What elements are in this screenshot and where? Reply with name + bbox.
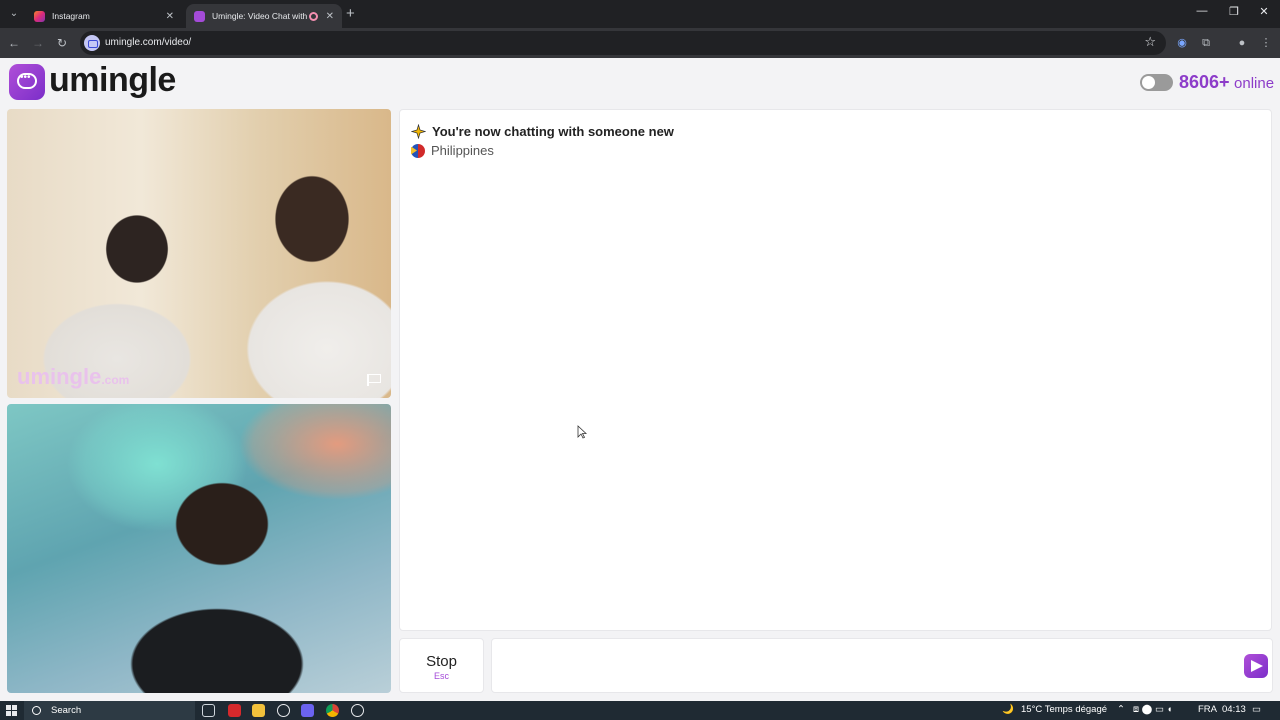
discord-icon[interactable] bbox=[301, 704, 314, 717]
extension-icon[interactable]: ◉ bbox=[1174, 35, 1190, 51]
taskbar-search-label: Search bbox=[51, 705, 82, 716]
send-icon[interactable] bbox=[1244, 654, 1268, 678]
taskbar-search[interactable]: Search bbox=[24, 701, 195, 720]
windows-start-icon[interactable] bbox=[6, 705, 17, 716]
bookmark-star-icon[interactable]: ☆ bbox=[1144, 34, 1156, 50]
browser-menu-icon[interactable]: ⋮ bbox=[1258, 35, 1274, 51]
self-video bbox=[7, 404, 391, 693]
umingle-watermark: umingle.com bbox=[17, 364, 130, 389]
close-window-button[interactable]: ✕ bbox=[1254, 5, 1274, 18]
tab-title: Instagram bbox=[52, 11, 90, 21]
country-message: Philippines bbox=[411, 143, 494, 158]
umingle-logo-icon[interactable] bbox=[9, 64, 45, 100]
app-icon[interactable] bbox=[351, 704, 364, 717]
recording-indicator-icon bbox=[308, 11, 318, 21]
tab-instagram[interactable]: Instagram ✕ bbox=[26, 4, 182, 28]
minimize-button[interactable]: — bbox=[1192, 5, 1212, 17]
address-bar[interactable]: umingle.com/video/ ☆ bbox=[80, 31, 1166, 55]
windows-taskbar: Search 🌙 15°C Temps dégagé ⌃ ⧈ ⬤ ▭ ◖ FRA… bbox=[0, 701, 1280, 720]
sync-app-icon[interactable] bbox=[277, 704, 290, 717]
tray-overflow-icon[interactable]: ⌃ bbox=[1117, 704, 1125, 715]
browser-tab-bar: ⌄ Instagram ✕ Umingle: Video Chat with S… bbox=[0, 0, 1280, 28]
profile-avatar-icon[interactable]: ● bbox=[1234, 35, 1250, 51]
system-message-text: You're now chatting with someone new bbox=[432, 124, 674, 139]
weather-text[interactable]: 15°C Temps dégagé bbox=[1021, 704, 1107, 715]
address-url[interactable]: umingle.com/video/ bbox=[105, 37, 191, 48]
close-tab-icon[interactable]: ✕ bbox=[166, 11, 174, 22]
back-arrow-icon[interactable]: ← bbox=[6, 35, 22, 51]
file-explorer-icon[interactable] bbox=[252, 704, 265, 717]
clock[interactable]: 04:13 bbox=[1222, 704, 1246, 715]
stop-shortcut-hint: Esc bbox=[433, 671, 449, 681]
umingle-icon bbox=[194, 10, 205, 22]
country-name: Philippines bbox=[431, 143, 494, 158]
stop-button[interactable]: Stop Esc bbox=[399, 638, 484, 693]
site-info-icon[interactable] bbox=[84, 35, 100, 51]
theme-toggle[interactable] bbox=[1140, 74, 1173, 91]
tray-apps-icon[interactable]: ⧈ ⬤ ▭ ◖ bbox=[1133, 704, 1172, 715]
task-view-icon[interactable] bbox=[202, 704, 215, 717]
report-flag-icon[interactable] bbox=[367, 374, 381, 386]
message-box[interactable] bbox=[491, 638, 1273, 693]
online-counter: 8606+ online bbox=[1179, 72, 1274, 93]
moon-weather-icon: 🌙 bbox=[1002, 704, 1014, 715]
chrome-icon[interactable] bbox=[326, 704, 339, 717]
reload-icon[interactable]: ↻ bbox=[54, 35, 70, 51]
language-indicator[interactable]: FRA bbox=[1198, 704, 1217, 715]
tab-search-icon[interactable]: ⌄ bbox=[5, 5, 23, 23]
notifications-icon[interactable]: ▭ bbox=[1252, 704, 1261, 715]
stop-label: Stop bbox=[426, 653, 457, 670]
logo-text[interactable]: umingle bbox=[49, 61, 176, 100]
stranger-video: umingle.com bbox=[7, 109, 391, 398]
media-app-icon[interactable] bbox=[228, 704, 241, 717]
online-count: 8606+ bbox=[1179, 72, 1230, 92]
philippines-flag-icon bbox=[411, 143, 425, 158]
forward-arrow-icon[interactable]: → bbox=[30, 35, 46, 51]
tab-umingle[interactable]: Umingle: Video Chat with S ✕ bbox=[186, 4, 342, 28]
sparkle-icon bbox=[411, 124, 426, 139]
chat-log: You're now chatting with someone new Phi… bbox=[399, 109, 1272, 631]
close-tab-icon[interactable]: ✕ bbox=[326, 11, 334, 22]
search-icon bbox=[32, 706, 41, 715]
extensions-puzzle-icon[interactable]: ⧉ bbox=[1198, 35, 1214, 51]
browser-toolbar: ← → ↻ umingle.com/video/ ☆ ◉ ⧉ ● ⋮ bbox=[0, 28, 1280, 58]
instagram-icon bbox=[34, 10, 45, 22]
mouse-cursor-icon bbox=[577, 425, 587, 439]
maximize-button[interactable]: ❐ bbox=[1224, 5, 1244, 18]
umingle-page: umingle 8606+ online umingle.com You're … bbox=[0, 58, 1280, 701]
new-tab-button[interactable]: + bbox=[346, 5, 355, 22]
system-message: You're now chatting with someone new bbox=[411, 124, 674, 139]
online-label: online bbox=[1234, 75, 1275, 92]
tab-title: Umingle: Video Chat with S bbox=[212, 11, 309, 21]
message-input[interactable] bbox=[502, 654, 1222, 678]
